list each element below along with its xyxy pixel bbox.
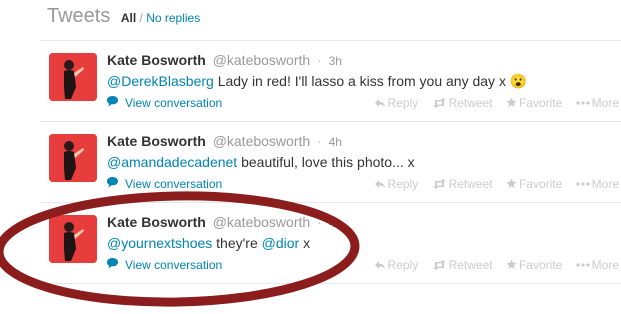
avatar-image — [49, 53, 97, 101]
favorite-label: Favorite — [518, 257, 563, 272]
retweet-button[interactable]: Retweet — [432, 257, 496, 272]
tweet-mention-dior[interactable]: @dior — [262, 235, 300, 251]
tweet-timestamp[interactable]: 4h — [329, 216, 342, 230]
tweet-text: @yournextshoes they're @dior x — [107, 233, 613, 253]
favorite-button[interactable]: Favorite — [506, 257, 566, 272]
tweet-author-name[interactable]: Kate Bosworth — [107, 133, 206, 149]
tweet-actions: Reply Retweet Favorite More — [364, 176, 619, 191]
reply-button[interactable]: Reply — [374, 176, 422, 191]
tweet-actions: Reply Retweet Favorite More — [364, 257, 619, 272]
view-conversation-label: View conversation — [125, 95, 223, 110]
view-conversation-link[interactable]: View conversation — [106, 176, 222, 191]
tweet-text-body: beautiful, love this photo... x — [237, 154, 415, 170]
tweet-mention[interactable]: @yournextshoes — [107, 235, 212, 251]
more-button[interactable]: More — [576, 95, 619, 110]
tweet-text-body: they're — [212, 235, 262, 251]
tweet-item[interactable]: Kate Bosworth @katebosworth · 3h @DerekB… — [40, 41, 621, 122]
view-conversation-link[interactable]: View conversation — [106, 257, 222, 272]
speech-bubble-icon — [106, 257, 119, 272]
tweet-text: @DerekBlasberg Lady in red! I'll lasso a… — [107, 71, 613, 91]
tweet-author-username[interactable]: @katebosworth — [213, 52, 310, 68]
retweet-label: Retweet — [448, 257, 493, 272]
tweet-mention[interactable]: @amandadecadenet — [107, 154, 237, 170]
tweet-text-end: x — [299, 235, 311, 251]
more-label: More — [591, 257, 619, 272]
tweet-filters: All / No replies — [121, 11, 200, 25]
favorite-label: Favorite — [518, 176, 563, 191]
avatar[interactable] — [49, 134, 97, 182]
tweets-title: Tweets — [47, 5, 111, 27]
tweet-dot-separator: · — [317, 214, 322, 230]
more-dots-icon — [576, 182, 590, 186]
tweet-timestamp[interactable]: 3h — [329, 54, 342, 68]
avatar[interactable] — [49, 215, 97, 263]
star-icon — [506, 259, 517, 270]
tweet-item[interactable]: Kate Bosworth @katebosworth · 4h @yourne… — [40, 203, 621, 284]
avatar-image — [49, 215, 97, 263]
tweet-timestamp[interactable]: 4h — [329, 135, 342, 149]
tweet-author-username[interactable]: @katebosworth — [213, 133, 310, 149]
more-dots-icon — [576, 101, 590, 105]
favorite-button[interactable]: Favorite — [506, 176, 566, 191]
tweet-actions: Reply Retweet Favorite More — [364, 95, 619, 110]
reply-button[interactable]: Reply — [374, 95, 422, 110]
tweet-dot-separator: · — [317, 133, 322, 149]
more-dots-icon — [576, 263, 590, 267]
filter-all[interactable]: All — [121, 11, 136, 25]
star-icon — [506, 178, 517, 189]
tweet-author-name[interactable]: Kate Bosworth — [107, 214, 206, 230]
reply-button[interactable]: Reply — [374, 257, 422, 272]
more-label: More — [591, 95, 619, 110]
view-conversation-label: View conversation — [125, 257, 223, 272]
retweet-button[interactable]: Retweet — [432, 95, 496, 110]
more-button[interactable]: More — [576, 257, 619, 272]
speech-bubble-icon — [106, 176, 119, 191]
view-conversation-link[interactable]: View conversation — [106, 95, 222, 110]
tweet-text: @amandadecadenet beautiful, love this ph… — [107, 152, 613, 172]
reply-label: Reply — [387, 95, 419, 110]
tweet-dot-separator: · — [317, 52, 322, 68]
tweet-text-body: Lady in red! I'll lasso a kiss from you … — [213, 73, 510, 89]
avatar[interactable] — [49, 53, 97, 101]
tweet-emoji: 😮 — [509, 73, 528, 89]
reply-icon — [374, 179, 385, 188]
retweet-button[interactable]: Retweet — [432, 176, 496, 191]
more-button[interactable]: More — [576, 176, 619, 191]
filter-no-replies[interactable]: No replies — [146, 11, 200, 25]
reply-label: Reply — [387, 176, 419, 191]
avatar-image — [49, 134, 97, 182]
filter-separator: / — [139, 11, 143, 25]
tweet-item[interactable]: Kate Bosworth @katebosworth · 4h @amanda… — [40, 122, 621, 203]
more-label: More — [591, 176, 619, 191]
tweet-author-name[interactable]: Kate Bosworth — [107, 52, 206, 68]
tweet-stream: Kate Bosworth @katebosworth · 3h @DerekB… — [40, 40, 621, 284]
retweet-icon — [432, 97, 446, 108]
view-conversation-label: View conversation — [125, 176, 223, 191]
reply-icon — [374, 98, 385, 107]
reply-icon — [374, 260, 385, 269]
speech-bubble-icon — [106, 95, 119, 110]
favorite-label: Favorite — [518, 95, 563, 110]
favorite-button[interactable]: Favorite — [506, 95, 566, 110]
retweet-icon — [432, 178, 446, 189]
tweet-mention[interactable]: @DerekBlasberg — [107, 73, 214, 89]
retweet-icon — [432, 259, 446, 270]
reply-label: Reply — [387, 257, 419, 272]
retweet-label: Retweet — [448, 176, 493, 191]
stream-header: Tweets All / No replies — [47, 5, 621, 35]
tweet-author-username[interactable]: @katebosworth — [213, 214, 310, 230]
retweet-label: Retweet — [448, 95, 493, 110]
star-icon — [506, 97, 517, 108]
